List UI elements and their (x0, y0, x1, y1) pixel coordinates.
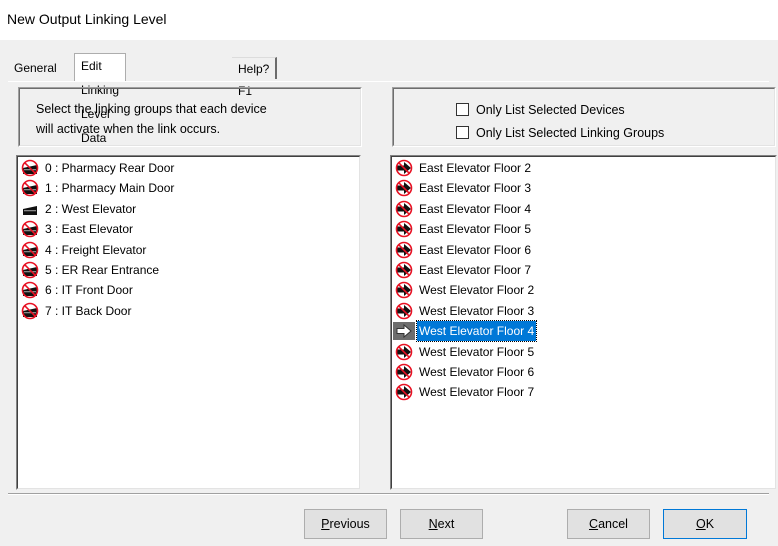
checkbox-icon (456, 126, 469, 139)
arrow-disabled-icon (395, 261, 413, 279)
next-button[interactable]: Next (400, 509, 483, 539)
arrow-disabled-icon (395, 159, 413, 177)
only-selected-devices-checkbox[interactable]: Only List Selected Devices (456, 102, 756, 118)
tab-general[interactable]: General (8, 57, 63, 79)
device-item-label: 2 : West Elevator (45, 201, 137, 216)
linking-group-item-label: East Elevator Floor 7 (419, 263, 532, 277)
device-item-label: 5 : ER Rear Entrance (45, 263, 160, 277)
button-separator (8, 493, 769, 495)
door-disabled-icon (21, 159, 39, 177)
linking-group-list[interactable]: East Elevator Floor 2 East Elevator Floor… (390, 155, 777, 490)
instructions-box: Select the linking groups that each devi… (18, 87, 362, 147)
linking-group-item-label: West Elevator Floor 5 (419, 344, 535, 359)
device-item-label: 3 : East Elevator (45, 222, 134, 237)
device-item-label: 0 : Pharmacy Rear Door (45, 161, 175, 175)
ok-button[interactable]: OK (663, 509, 747, 539)
linking-group-item-label: East Elevator Floor 2 (419, 161, 532, 175)
door-disabled-icon (21, 180, 39, 197)
cancel-button[interactable]: Cancel (567, 509, 650, 539)
linking-group-item-label: East Elevator Floor 4 (419, 201, 532, 216)
arrow-disabled-icon (395, 343, 413, 360)
arrow-disabled-icon (395, 363, 413, 381)
arrow-disabled-icon (395, 302, 413, 320)
arrow-disabled-icon (395, 180, 413, 197)
tab-panel: Select the linking groups that each devi… (8, 81, 777, 490)
door-icon (23, 205, 37, 215)
arrow-outline-icon (396, 324, 412, 339)
tab-help[interactable]: Help? F1 (232, 57, 278, 98)
title-bar: New Output Linking Level (0, 0, 778, 40)
linking-group-item-label: West Elevator Floor 3 (419, 303, 535, 318)
device-item-label: 7 : IT Back Door (45, 303, 132, 318)
previous-button[interactable]: Previous (304, 509, 387, 539)
arrow-disabled-icon (395, 200, 413, 218)
linking-group-item-label: West Elevator Floor 2 (419, 283, 535, 298)
only-selected-groups-checkbox[interactable]: Only List Selected Linking Groups (456, 125, 756, 141)
linking-group-item-label: East Elevator Floor 3 (419, 181, 532, 196)
arrow-disabled-icon (395, 282, 413, 299)
filter-options-box: Only List Selected Devices Only List Sel… (392, 87, 776, 147)
door-disabled-icon (21, 220, 39, 238)
device-item-label: 1 : Pharmacy Main Door (45, 181, 175, 196)
window-title: New Output Linking Level (7, 11, 167, 27)
door-disabled-icon (21, 282, 39, 299)
instructions-line-2: will activate when the link occurs. (36, 122, 221, 136)
linking-group-item-label: West Elevator Floor 4 (415, 320, 538, 343)
door-disabled-icon (21, 302, 39, 320)
arrow-disabled-icon (395, 241, 413, 258)
only-selected-groups-label: Only List Selected Linking Groups (476, 126, 665, 140)
instructions-line-1: Select the linking groups that each devi… (36, 102, 267, 116)
arrow-disabled-icon (395, 384, 413, 401)
only-selected-devices-label: Only List Selected Devices (476, 103, 625, 117)
linking-group-item-label: East Elevator Floor 6 (419, 242, 532, 257)
linking-group-item-label: West Elevator Floor 7 (419, 385, 535, 400)
linking-group-item-label: East Elevator Floor 5 (419, 222, 532, 237)
door-disabled-icon (21, 241, 39, 258)
device-item-label: 4 : Freight Elevator (45, 242, 147, 257)
linking-group-item-label: West Elevator Floor 6 (419, 365, 535, 379)
tab-edit-linking-level-data[interactable]: Edit Linking Level Data (74, 53, 127, 145)
checkbox-icon (456, 103, 469, 116)
door-disabled-icon (21, 261, 39, 279)
device-item-label: 6 : IT Front Door (45, 283, 133, 298)
device-list[interactable]: 0 : Pharmacy Rear Door 1 : Pharmacy Main … (16, 155, 361, 490)
arrow-disabled-icon (395, 220, 413, 238)
